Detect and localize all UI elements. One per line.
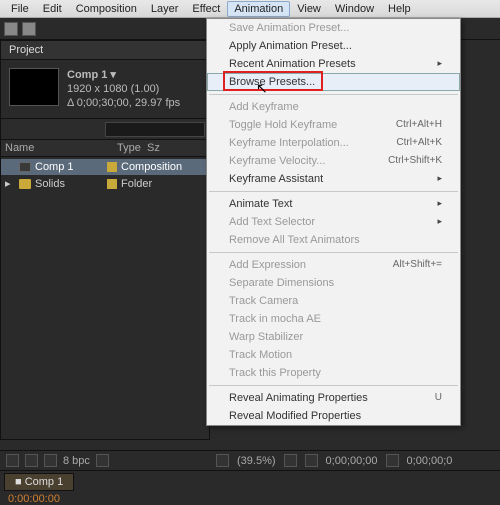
project-footer: 8 bpc	[0, 450, 210, 470]
project-item[interactable]: Comp 1 Composition	[1, 159, 209, 175]
comp-icon	[19, 162, 31, 172]
menu-animation[interactable]: Animation	[227, 1, 290, 17]
menu-effect[interactable]: Effect	[185, 1, 227, 17]
animation-menu: Save Animation Preset...Apply Animation …	[206, 18, 461, 426]
item-type: Composition	[121, 161, 182, 173]
project-item[interactable]: ▸ Solids Folder	[1, 175, 209, 192]
menu-item-apply-animation-preset[interactable]: Apply Animation Preset...	[207, 37, 460, 55]
menu-item-animate-text[interactable]: Animate Text	[207, 195, 460, 213]
label-swatch[interactable]	[107, 162, 117, 172]
menu-layer[interactable]: Layer	[144, 1, 186, 17]
timeline-time[interactable]: 0:00:00:00	[0, 493, 500, 505]
menu-composition[interactable]: Composition	[69, 1, 144, 17]
menu-item-keyframe-interpolation: Keyframe Interpolation...Ctrl+Alt+K	[207, 134, 460, 152]
menu-item-remove-all-text-animators: Remove All Text Animators	[207, 231, 460, 249]
menu-help[interactable]: Help	[381, 1, 418, 17]
selection-tool-icon[interactable]	[4, 22, 18, 36]
menu-item-track-this-property: Track this Property	[207, 364, 460, 382]
snapshot-icon[interactable]	[386, 454, 399, 467]
menu-item-add-keyframe: Add Keyframe	[207, 98, 460, 116]
viewer-time[interactable]: 0;00;00;00	[326, 455, 378, 467]
mask-icon[interactable]	[305, 454, 318, 467]
col-name[interactable]: Name	[5, 142, 105, 154]
comp-duration: Δ 0;00;30;00, 29.97 fps	[67, 96, 180, 110]
timeline-panel: ■ Comp 1 0:00:00:00	[0, 470, 500, 500]
project-search-input[interactable]	[105, 122, 205, 137]
item-type: Folder	[121, 178, 152, 190]
item-name: Comp 1	[35, 161, 103, 173]
menu-item-warp-stabilizer: Warp Stabilizer	[207, 328, 460, 346]
viewer-footer: (39.5%) 0;00;00;00 0;00;00;0	[210, 450, 500, 470]
menu-item-reveal-animating-properties[interactable]: Reveal Animating PropertiesU	[207, 389, 460, 407]
menu-item-track-camera: Track Camera	[207, 292, 460, 310]
menu-item-recent-animation-presets[interactable]: Recent Animation Presets	[207, 55, 460, 73]
new-folder-icon[interactable]	[25, 454, 38, 467]
project-panel: Project Comp 1 ▾ 1920 x 1080 (1.00) Δ 0;…	[0, 40, 210, 440]
menu-window[interactable]: Window	[328, 1, 381, 17]
menubar: FileEditCompositionLayerEffectAnimationV…	[0, 0, 500, 18]
item-name: Solids	[35, 178, 103, 190]
menu-item-reveal-modified-properties[interactable]: Reveal Modified Properties	[207, 407, 460, 425]
menu-item-keyframe-velocity: Keyframe Velocity...Ctrl+Shift+K	[207, 152, 460, 170]
project-tab[interactable]: Project	[1, 41, 209, 60]
menu-edit[interactable]: Edit	[36, 1, 69, 17]
menu-item-add-expression: Add ExpressionAlt+Shift+=	[207, 256, 460, 274]
menu-file[interactable]: File	[4, 1, 36, 17]
comp-dimensions: 1920 x 1080 (1.00)	[67, 82, 180, 96]
viewer-time2: 0;00;00;0	[407, 455, 453, 467]
menu-item-toggle-hold-keyframe: Toggle Hold KeyframeCtrl+Alt+H	[207, 116, 460, 134]
timeline-tab[interactable]: ■ Comp 1	[4, 473, 74, 491]
menu-item-track-motion: Track Motion	[207, 346, 460, 364]
project-search-row	[1, 118, 209, 140]
zoom-level[interactable]: (39.5%)	[237, 455, 276, 467]
label-swatch[interactable]	[107, 179, 117, 189]
project-column-headers[interactable]: Name Type Sz	[1, 140, 209, 157]
hand-tool-icon[interactable]	[22, 22, 36, 36]
composition-thumbnail	[9, 68, 59, 106]
menu-item-browse-presets[interactable]: Browse Presets...	[207, 73, 460, 91]
menu-item-add-text-selector: Add Text Selector	[207, 213, 460, 231]
menu-item-save-animation-preset: Save Animation Preset...	[207, 19, 460, 37]
project-items: Comp 1 Composition▸ Solids Folder	[1, 157, 209, 194]
magnify-icon[interactable]	[216, 454, 229, 467]
grid-icon[interactable]	[284, 454, 297, 467]
bpc-label[interactable]: 8 bpc	[63, 455, 90, 467]
comp-name[interactable]: Comp 1 ▾	[67, 68, 116, 82]
col-type[interactable]: Type	[117, 142, 147, 154]
menu-item-track-in-mocha-ae: Track in mocha AE	[207, 310, 460, 328]
menu-item-separate-dimensions: Separate Dimensions	[207, 274, 460, 292]
col-size[interactable]: Sz	[147, 142, 160, 154]
menu-view[interactable]: View	[290, 1, 328, 17]
menu-item-keyframe-assistant[interactable]: Keyframe Assistant	[207, 170, 460, 188]
trash-icon[interactable]	[96, 454, 109, 467]
folder-icon	[19, 179, 31, 189]
new-comp-icon[interactable]	[44, 454, 57, 467]
interpret-icon[interactable]	[6, 454, 19, 467]
